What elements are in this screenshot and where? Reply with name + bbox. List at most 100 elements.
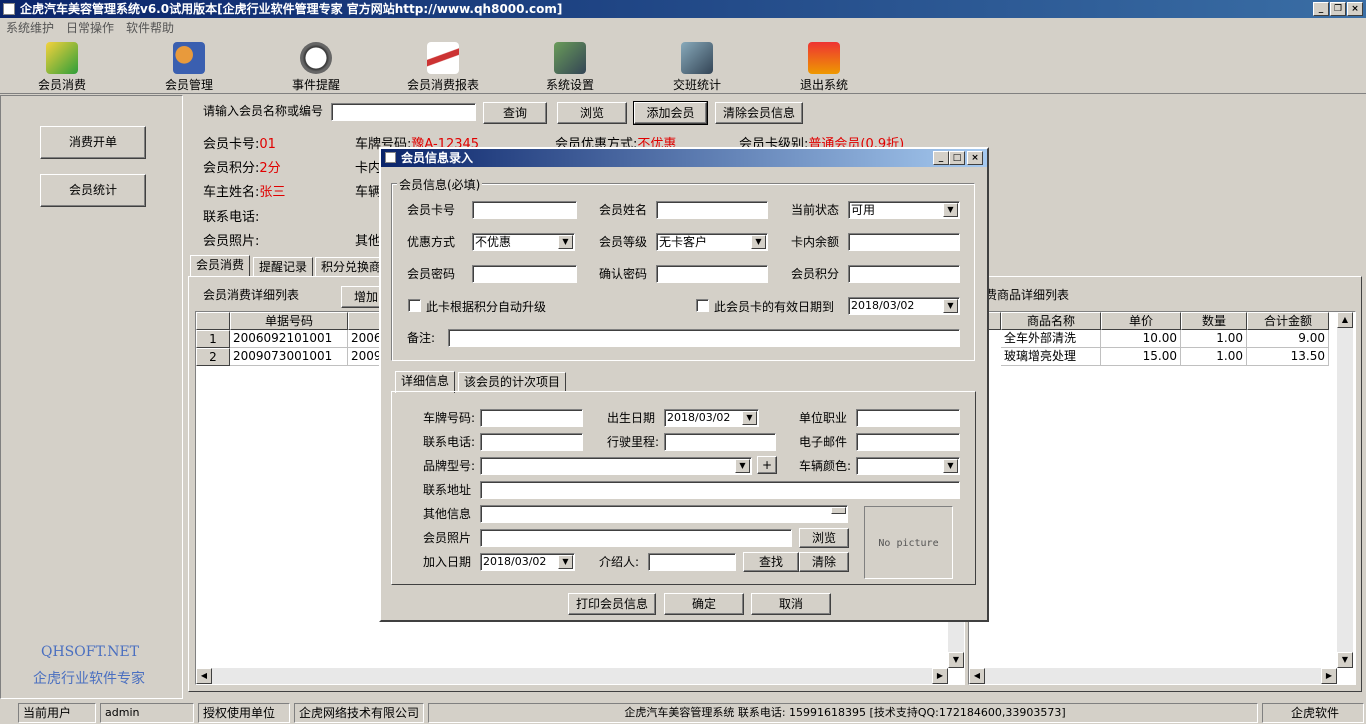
plate-input[interactable] xyxy=(480,409,583,427)
tool-shift-stats[interactable]: 交班统计 xyxy=(657,42,737,93)
left-panel: 消费开单 会员统计 QHSOFT.NET 企虎行业软件专家 xyxy=(0,95,183,699)
status-brand: 企虎软件 xyxy=(1262,703,1364,723)
member-stats-button[interactable]: 会员统计 xyxy=(40,174,146,207)
table-row[interactable]: 2009073001001 xyxy=(230,348,348,366)
tool-consume-report[interactable]: 会员消费报表 xyxy=(403,42,483,93)
clear-referrer-button[interactable]: 清除 xyxy=(799,552,849,572)
query-button[interactable]: 查询 xyxy=(483,102,547,124)
remark-input[interactable] xyxy=(448,329,960,347)
tool-exit[interactable]: 退出系统 xyxy=(784,42,864,93)
discount-select[interactable]: 不优惠 ▼ xyxy=(472,233,575,251)
referrer-input[interactable] xyxy=(648,553,736,571)
menu-help[interactable]: 软件帮助 xyxy=(126,21,174,35)
browse-button[interactable]: 浏览 xyxy=(557,102,627,124)
col-total[interactable]: 合计金额 xyxy=(1247,312,1329,330)
licensee-label: 授权使用单位 xyxy=(198,703,290,723)
vertical-scrollbar[interactable]: ▲ ▼ xyxy=(1337,312,1353,668)
cancel-button[interactable]: 取消 xyxy=(751,593,831,615)
table-row[interactable]: 2006092101001 xyxy=(230,330,348,348)
level-select[interactable]: 无卡客户 ▼ xyxy=(656,233,768,251)
photo-label: 会员照片: xyxy=(203,234,260,249)
card-no-input[interactable] xyxy=(472,201,577,219)
handshake-icon xyxy=(681,42,713,74)
tab-detail-info[interactable]: 详细信息 xyxy=(395,371,456,393)
expiry-checkbox[interactable] xyxy=(696,299,709,312)
address-input[interactable] xyxy=(480,481,960,499)
minimize-button[interactable]: _ xyxy=(1313,2,1329,16)
search-input[interactable] xyxy=(331,103,476,121)
scroll-right-icon[interactable]: ▶ xyxy=(932,668,948,684)
right-list-title: 费商品详细列表 xyxy=(985,288,1070,302)
spin-up-icon[interactable] xyxy=(831,507,846,514)
clear-member-button[interactable]: 清除会员信息 xyxy=(715,102,803,124)
color-select[interactable]: ▼ xyxy=(856,457,960,475)
tab-count-items[interactable]: 该会员的计次项目 xyxy=(458,372,567,392)
chevron-down-icon[interactable]: ▼ xyxy=(943,299,958,313)
col-price[interactable]: 单价 xyxy=(1101,312,1181,330)
join-date-picker[interactable]: 2018/03/02 ▼ xyxy=(480,553,575,571)
other-info-input[interactable] xyxy=(480,505,848,523)
brand-select[interactable]: ▼ xyxy=(480,457,752,475)
email-input[interactable] xyxy=(856,433,960,451)
table-row[interactable]: 全车外部清洗 xyxy=(1001,330,1101,348)
col-qty[interactable]: 数量 xyxy=(1181,312,1247,330)
print-member-button[interactable]: 打印会员信息 xyxy=(568,593,656,615)
mileage-input[interactable] xyxy=(664,433,776,451)
col-product[interactable]: 商品名称 xyxy=(1001,312,1101,330)
horizontal-scrollbar[interactable]: ◀ ▶ xyxy=(969,668,1337,684)
search-label: 请输入会员名称或编号 xyxy=(203,104,324,118)
tool-member-manage[interactable]: 会员管理 xyxy=(149,42,229,93)
scroll-down-icon[interactable]: ▼ xyxy=(948,652,964,668)
tool-event-reminder[interactable]: 事件提醒 xyxy=(276,42,356,93)
job-input[interactable] xyxy=(856,409,960,427)
chevron-down-icon[interactable]: ▼ xyxy=(558,555,573,569)
scroll-down-icon[interactable]: ▼ xyxy=(1337,652,1353,668)
scroll-left-icon[interactable]: ◀ xyxy=(196,668,212,684)
tab-reminder[interactable]: 提醒记录 xyxy=(253,257,314,277)
browse-photo-button[interactable]: 浏览 xyxy=(799,528,849,548)
scroll-right-icon[interactable]: ▶ xyxy=(1321,668,1337,684)
birthday-picker[interactable]: 2018/03/02 ▼ xyxy=(664,409,759,427)
chevron-down-icon[interactable]: ▼ xyxy=(943,459,958,473)
dialog-minimize-button[interactable]: _ xyxy=(933,151,949,165)
password-input[interactable] xyxy=(472,265,577,283)
dialog-maximize-button[interactable]: □ xyxy=(949,151,965,165)
open-order-button[interactable]: 消费开单 xyxy=(40,126,146,159)
chevron-down-icon[interactable]: ▼ xyxy=(943,203,958,217)
horizontal-scrollbar[interactable]: ◀ ▶ xyxy=(196,668,948,684)
auto-upgrade-checkbox[interactable] xyxy=(408,299,421,312)
scroll-left-icon[interactable]: ◀ xyxy=(969,668,985,684)
scroll-up-icon[interactable]: ▲ xyxy=(1337,312,1353,328)
balance-input[interactable] xyxy=(848,233,960,251)
phone-input[interactable] xyxy=(480,433,583,451)
tool-system-settings[interactable]: 系统设置 xyxy=(530,42,610,93)
add-brand-button[interactable]: + xyxy=(757,456,777,474)
photo-path-input[interactable] xyxy=(480,529,792,547)
close-button[interactable]: × xyxy=(1347,2,1363,16)
expiry-date-picker[interactable]: 2018/03/02 ▼ xyxy=(848,297,960,315)
status-select[interactable]: 可用 ▼ xyxy=(848,201,960,219)
table-row[interactable]: 玻璃增亮处理 xyxy=(1001,348,1101,366)
restore-button[interactable]: ❐ xyxy=(1330,2,1346,16)
report-icon xyxy=(427,42,459,74)
confirm-button[interactable]: 确定 xyxy=(664,593,744,615)
chevron-down-icon[interactable]: ▼ xyxy=(735,459,750,473)
col-doc-no[interactable]: 单据号码 xyxy=(230,312,348,330)
add-member-button[interactable]: 添加会员 xyxy=(633,101,708,125)
menu-system[interactable]: 系统维护 xyxy=(6,21,54,35)
product-grid: 商品名称 单价 数量 合计金额 全车外部清洗 10.00 1.00 9.00 玻… xyxy=(968,311,1356,685)
menu-daily[interactable]: 日常操作 xyxy=(66,21,114,35)
tool-member-consume[interactable]: 会员消费 xyxy=(22,42,102,93)
exit-icon xyxy=(808,42,840,74)
points-input[interactable] xyxy=(848,265,960,283)
find-referrer-button[interactable]: 查找 xyxy=(743,552,799,572)
app-title: 企虎汽车美容管理系统v6.0试用版本[企虎行业软件管理专家 官方网站http:/… xyxy=(20,2,563,16)
confirm-password-input[interactable] xyxy=(656,265,768,283)
name-input[interactable] xyxy=(656,201,768,219)
chevron-down-icon[interactable]: ▼ xyxy=(558,235,573,249)
tab-consume[interactable]: 会员消费 xyxy=(190,255,251,277)
chevron-down-icon[interactable]: ▼ xyxy=(742,411,757,425)
chevron-down-icon[interactable]: ▼ xyxy=(751,235,766,249)
tab-points[interactable]: 积分兑换商 xyxy=(315,257,388,277)
dialog-close-button[interactable]: × xyxy=(967,151,983,165)
